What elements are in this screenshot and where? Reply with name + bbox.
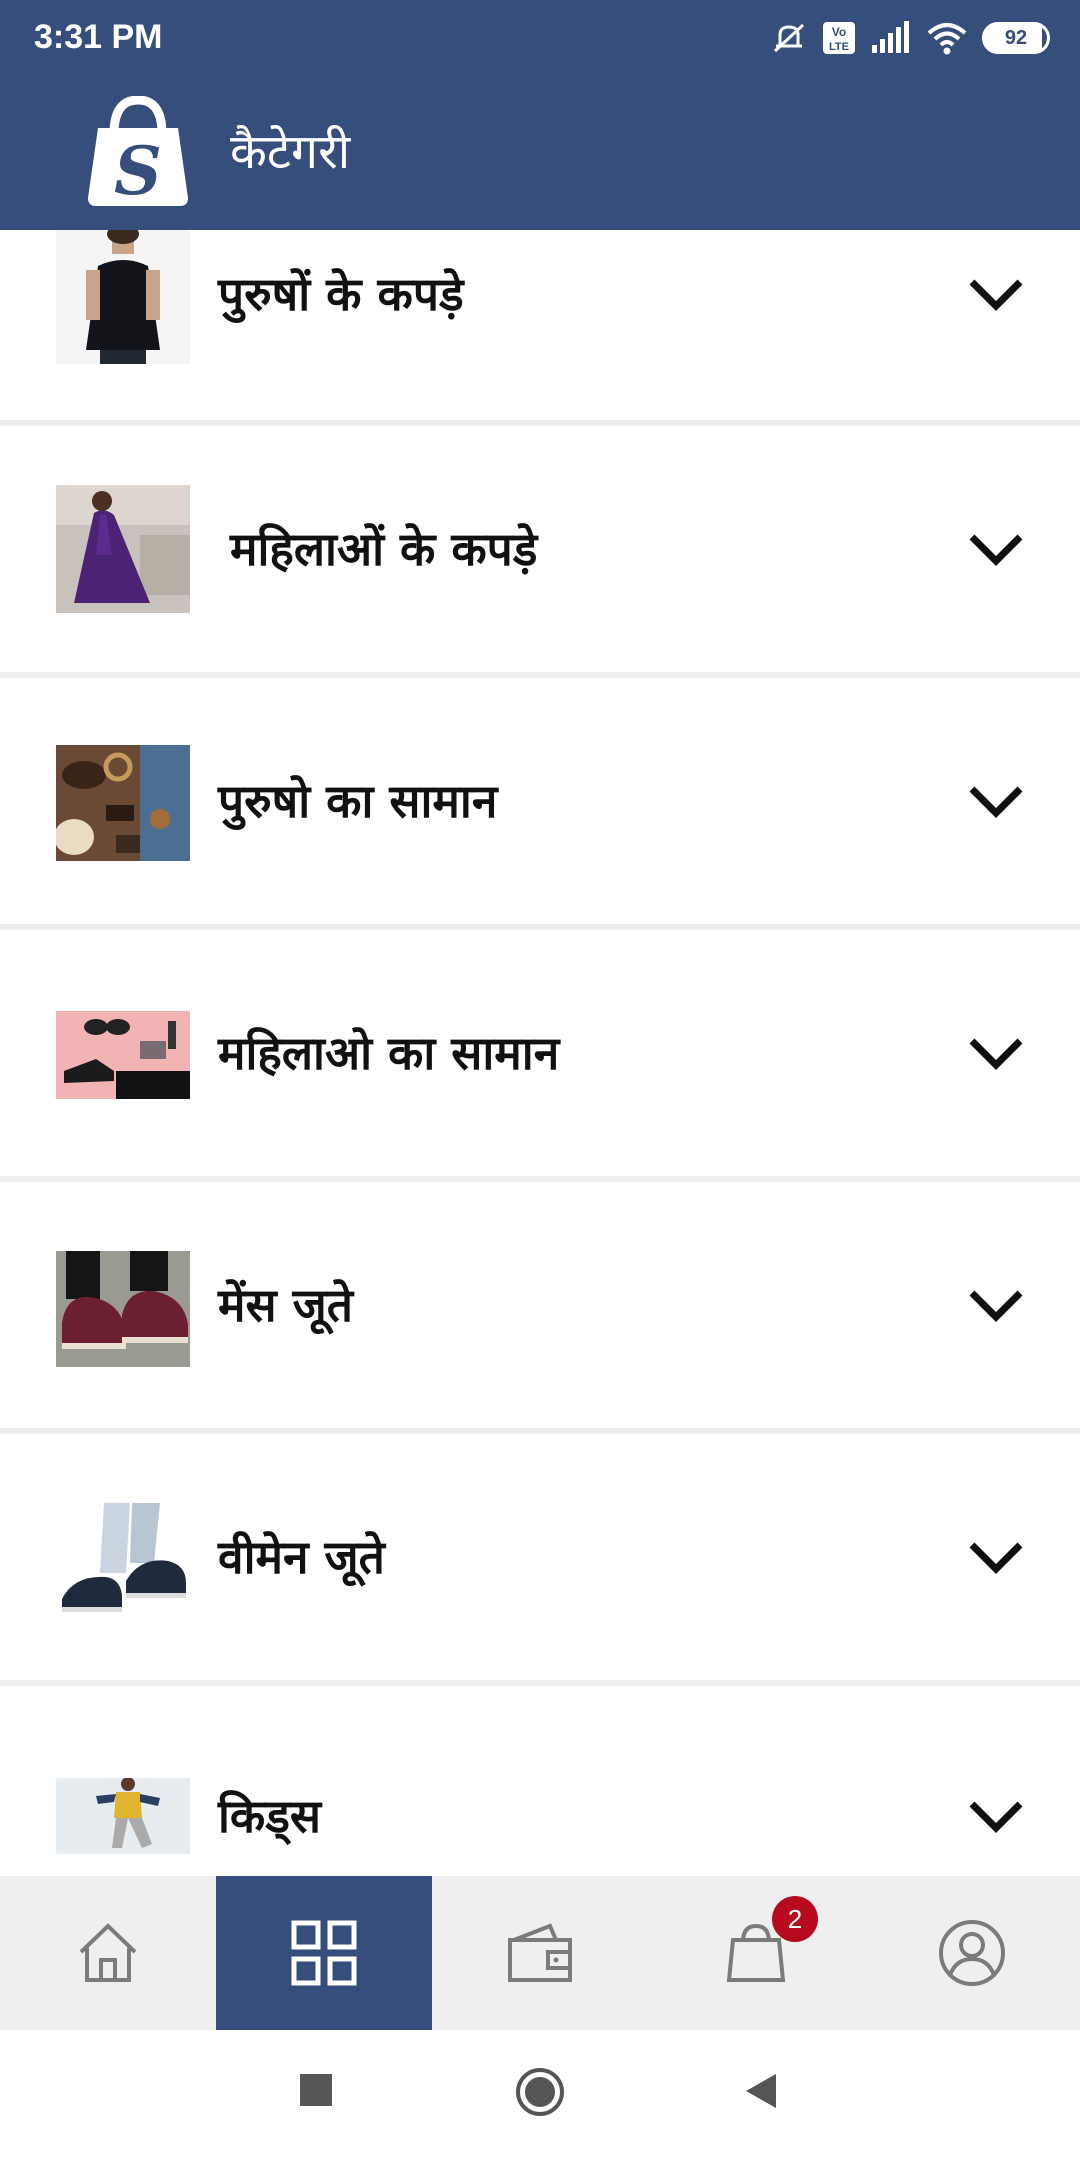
volte-icon: Vo LTE <box>823 22 855 54</box>
status-time: 3:31 PM <box>34 18 163 56</box>
signal-icon <box>872 21 909 53</box>
category-row-women-accessories[interactable]: महिलाओ का सामान <box>0 930 1080 1176</box>
profile-icon <box>939 1920 1005 1986</box>
home-icon <box>79 1923 137 1982</box>
category-row-men-shoes[interactable]: मेंस जूते <box>0 1182 1080 1428</box>
category-row-women-clothing[interactable]: महिलाओं के कपड़े <box>0 426 1080 672</box>
status-bar: 3:31 PM Vo LTE 92 <box>0 0 1080 76</box>
category-label: पुरुषो का सामान <box>218 774 498 828</box>
wifi-icon <box>927 23 967 55</box>
chevron-down-icon[interactable] <box>968 1539 1024 1575</box>
category-label: किड्स <box>218 1789 321 1843</box>
app-bar: S कैटेगरी <box>0 76 1080 230</box>
category-list[interactable]: पुरुषों के कपड़े महिलाओं के कपड़े पुरुषो… <box>0 230 1080 1876</box>
system-navigation-bar <box>0 2030 1080 2160</box>
svg-text:LTE: LTE <box>829 41 849 53</box>
women-shoes-photo <box>56 1503 190 1623</box>
cart-badge: 2 <box>772 1896 818 1942</box>
kids-photo <box>56 1778 190 1854</box>
chevron-down-icon[interactable] <box>968 531 1024 567</box>
page-title: कैटेगरी <box>230 124 351 180</box>
battery-icon: 92 <box>982 22 1050 54</box>
men-shoes-photo <box>56 1251 190 1367</box>
category-label: पुरुषों के कपड़े <box>218 267 464 321</box>
wallet-icon <box>508 1923 572 1982</box>
category-row-men-accessories[interactable]: पुरुषो का सामान <box>0 678 1080 924</box>
category-row-kids[interactable]: किड्स <box>0 1686 1080 1876</box>
back-icon[interactable] <box>742 2072 778 2110</box>
categories-icon <box>291 1920 357 1986</box>
women-accessories-photo <box>56 1011 190 1099</box>
svg-text:Vo: Vo <box>832 25 846 39</box>
category-label: मेंस जूते <box>218 1278 353 1332</box>
home-button-icon[interactable] <box>514 2066 566 2118</box>
chevron-down-icon[interactable] <box>968 1287 1024 1323</box>
chevron-down-icon[interactable] <box>968 276 1024 312</box>
nav-wallet[interactable] <box>432 1876 648 2030</box>
status-icons: Vo LTE 92 <box>770 16 1050 60</box>
women-dress-photo <box>56 485 190 613</box>
recents-icon[interactable] <box>298 2072 334 2108</box>
nav-home[interactable] <box>0 1876 216 2030</box>
mute-vibrate-icon <box>773 23 805 53</box>
chevron-down-icon[interactable] <box>968 783 1024 819</box>
chevron-down-icon[interactable] <box>968 1035 1024 1071</box>
category-label: महिलाओं के कपड़े <box>230 522 538 576</box>
category-label: महिलाओ का सामान <box>218 1026 560 1080</box>
men-accessories-photo <box>56 745 190 861</box>
category-row-women-shoes[interactable]: वीमेन जूते <box>0 1434 1080 1680</box>
nav-cart[interactable] <box>648 1876 864 2030</box>
category-row-men-clothing[interactable]: पुरुषों के कपड़े <box>0 230 1080 420</box>
battery-level: 92 <box>1004 26 1028 49</box>
men-clothing-photo <box>56 230 190 364</box>
chevron-down-icon[interactable] <box>968 1798 1024 1834</box>
svg-text:S: S <box>114 132 162 210</box>
nav-categories[interactable] <box>216 1876 432 2030</box>
shop-bag-logo-icon: S <box>88 96 188 210</box>
bottom-navigation: 2 <box>0 1876 1080 2030</box>
nav-profile[interactable] <box>864 1876 1080 2030</box>
category-label: वीमेन जूते <box>218 1530 385 1584</box>
